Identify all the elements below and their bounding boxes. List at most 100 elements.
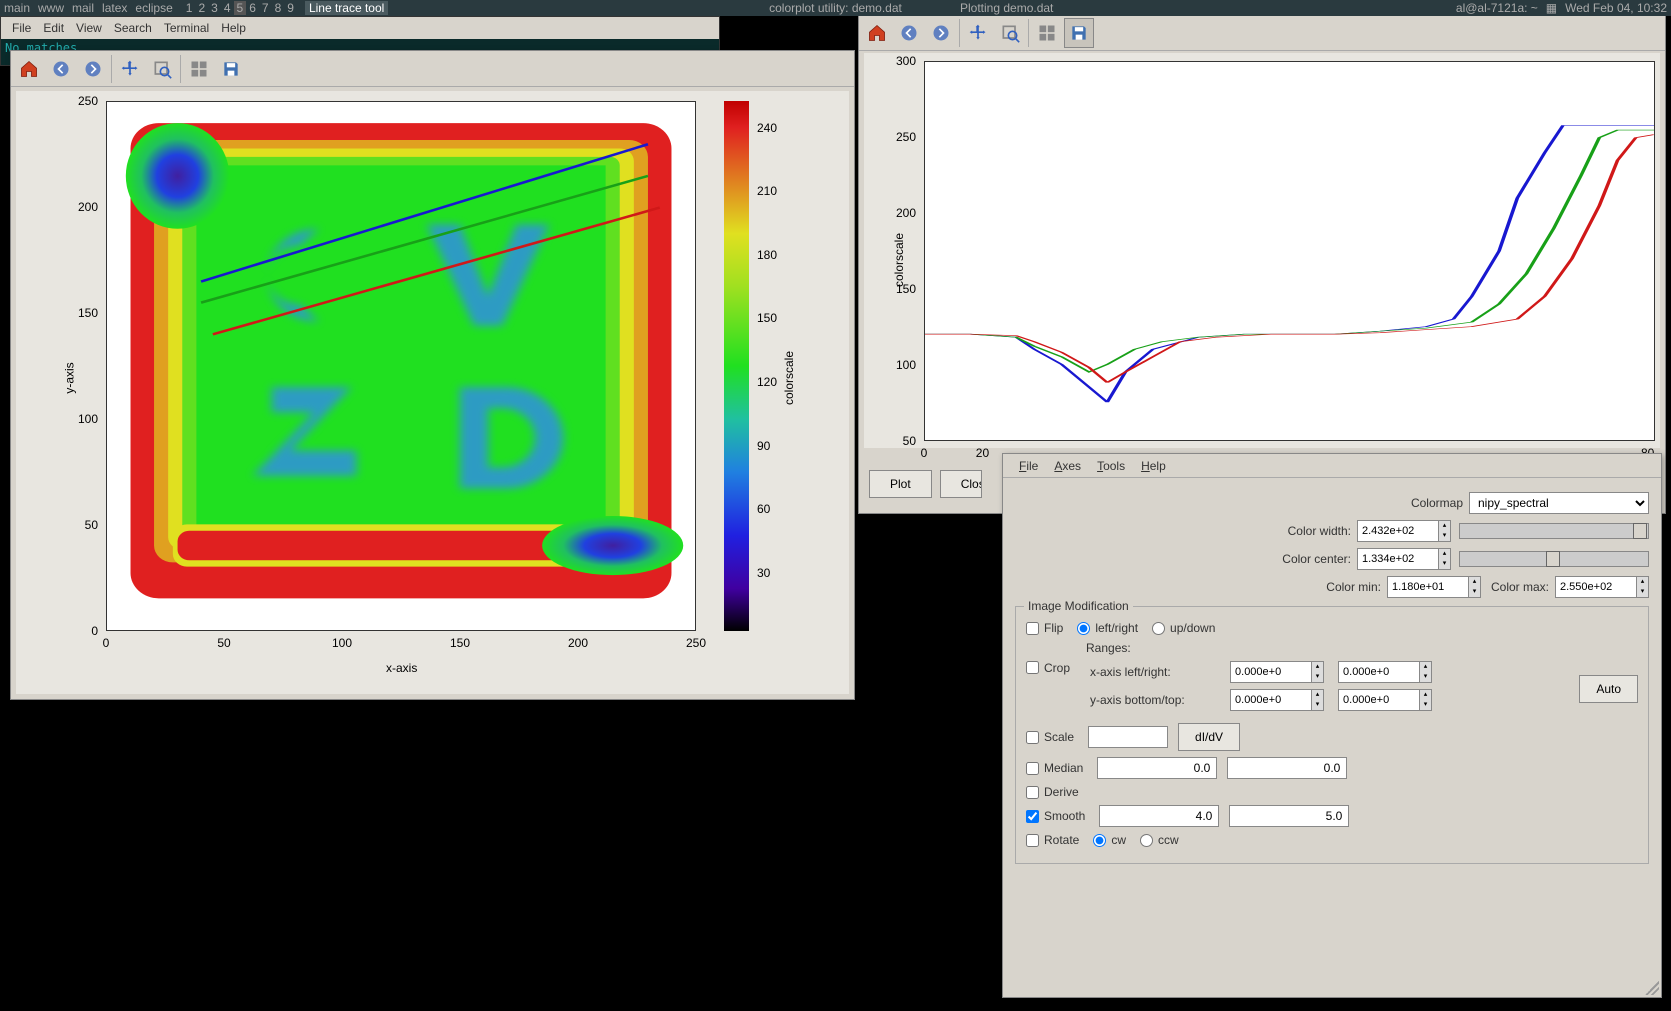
home-icon[interactable] [862, 18, 892, 48]
menu-file[interactable]: File [1011, 459, 1046, 473]
colorbar-label: colorscale [782, 351, 796, 405]
crop-y2-input[interactable]: ▴▾ [1338, 689, 1432, 711]
crop-checkbox[interactable] [1026, 661, 1039, 674]
flip-lr-radio[interactable] [1077, 622, 1090, 635]
active-window-label[interactable]: Line trace tool [305, 1, 388, 15]
menu-file[interactable]: File [6, 21, 37, 35]
configure-icon[interactable] [1032, 18, 1062, 48]
taskbar-item[interactable]: main [0, 1, 34, 15]
color-width-slider[interactable] [1459, 523, 1649, 539]
color-min-input[interactable]: ▴▾ [1387, 576, 1481, 598]
scale-input[interactable] [1088, 726, 1168, 748]
home-icon[interactable] [14, 54, 44, 84]
workspace-8[interactable]: 8 [272, 1, 285, 15]
colormap-select[interactable]: nipy_spectral [1469, 492, 1649, 514]
group-legend: Image Modification [1024, 599, 1133, 613]
settings-menubar[interactable]: File Axes Tools Help [1003, 454, 1661, 478]
menu-tools[interactable]: Tools [1089, 459, 1133, 473]
median-v2-input[interactable] [1227, 757, 1347, 779]
taskbar-item[interactable]: www [34, 1, 68, 15]
colorbar [724, 101, 749, 631]
menu-axes[interactable]: Axes [1046, 459, 1089, 473]
save-icon[interactable] [1064, 18, 1094, 48]
crop-y1-input[interactable]: ▴▾ [1230, 689, 1324, 711]
rotate-ccw-radio[interactable] [1140, 834, 1153, 847]
color-max-label: Color max: [1491, 580, 1549, 594]
heatmap-plot[interactable] [106, 101, 696, 631]
pan-icon[interactable] [115, 54, 145, 84]
rotate-cw-radio[interactable] [1093, 834, 1106, 847]
tray-icon[interactable]: ▦ [1542, 1, 1561, 15]
color-center-input[interactable]: ▴▾ [1357, 548, 1451, 570]
line-chart[interactable] [924, 61, 1655, 441]
workspace-7[interactable]: 7 [259, 1, 272, 15]
user-host: al@al-7121a: ~ [1452, 1, 1542, 15]
x-axis-ticks: 0 50 100 150 200 250 [106, 636, 696, 656]
workspace-3[interactable]: 3 [208, 1, 221, 15]
menu-search[interactable]: Search [108, 21, 158, 35]
scale-checkbox[interactable] [1026, 731, 1039, 744]
crop-x2-input[interactable]: ▴▾ [1338, 661, 1432, 683]
workspace-6[interactable]: 6 [246, 1, 259, 15]
crop-label: Crop [1044, 661, 1070, 675]
forward-icon[interactable] [78, 54, 108, 84]
desktop-taskbar: main www mail latex eclipse 1 2 3 4 5 6 … [0, 0, 1671, 16]
smooth-checkbox[interactable] [1026, 810, 1039, 823]
workspace-2[interactable]: 2 [195, 1, 208, 15]
rotate-label: Rotate [1044, 833, 1079, 847]
terminal-menubar[interactable]: File Edit View Search Terminal Help [1, 17, 719, 39]
flip-checkbox[interactable] [1026, 622, 1039, 635]
pan-icon[interactable] [963, 18, 993, 48]
xrange-label: x-axis left/right: [1090, 665, 1230, 679]
median-v1-input[interactable] [1097, 757, 1217, 779]
back-icon[interactable] [894, 18, 924, 48]
taskbar-item[interactable]: eclipse [131, 1, 176, 15]
menu-terminal[interactable]: Terminal [158, 21, 215, 35]
menu-edit[interactable]: Edit [37, 21, 70, 35]
lineplot-window: colorscale 300 250 200 150 100 50 0 20 8… [858, 14, 1666, 514]
scale-label: Scale [1044, 730, 1074, 744]
menu-view[interactable]: View [70, 21, 108, 35]
smooth-v1-input[interactable] [1099, 805, 1219, 827]
menu-help[interactable]: Help [215, 21, 252, 35]
menu-help[interactable]: Help [1133, 459, 1174, 473]
zoom-icon[interactable] [995, 18, 1025, 48]
back-icon[interactable] [46, 54, 76, 84]
window-title-2: Plotting demo.dat [960, 1, 1053, 15]
colorplot-window: y-axis 250 200 150 100 50 0 [10, 50, 855, 700]
color-center-slider[interactable] [1459, 551, 1649, 567]
smooth-label: Smooth [1044, 809, 1085, 823]
smooth-v2-input[interactable] [1229, 805, 1349, 827]
color-min-label: Color min: [1326, 580, 1381, 594]
median-label: Median [1044, 761, 1083, 775]
color-max-input[interactable]: ▴▾ [1555, 576, 1649, 598]
workspace-4[interactable]: 4 [221, 1, 234, 15]
auto-button[interactable]: Auto [1579, 675, 1638, 703]
close-button[interactable]: Close [940, 470, 982, 498]
taskbar-item[interactable]: latex [98, 1, 131, 15]
plot-button[interactable]: Plot [869, 470, 932, 498]
matplotlib-toolbar [11, 51, 854, 87]
workspace-9[interactable]: 9 [284, 1, 297, 15]
configure-icon[interactable] [184, 54, 214, 84]
workspace-5[interactable]: 5 [234, 1, 247, 15]
flip-ud-radio[interactable] [1152, 622, 1165, 635]
rotate-checkbox[interactable] [1026, 834, 1039, 847]
heatmap-canvas[interactable]: y-axis 250 200 150 100 50 0 [16, 91, 849, 694]
zoom-icon[interactable] [147, 54, 177, 84]
didv-button[interactable]: dI/dV [1178, 723, 1240, 751]
image-modification-group: Image Modification Flip left/right up/do… [1015, 606, 1649, 864]
median-checkbox[interactable] [1026, 762, 1039, 775]
y-axis-ticks: 300 250 200 150 100 50 [884, 61, 919, 441]
color-width-input[interactable]: ▴▾ [1357, 520, 1451, 542]
x-axis-label: x-axis [386, 661, 417, 675]
ranges-label: Ranges: [1086, 641, 1638, 655]
resize-grip-icon[interactable] [1645, 981, 1659, 995]
save-icon[interactable] [216, 54, 246, 84]
taskbar-item[interactable]: mail [68, 1, 98, 15]
lineplot-canvas[interactable]: colorscale 300 250 200 150 100 50 0 20 8… [864, 53, 1660, 448]
workspace-1[interactable]: 1 [183, 1, 196, 15]
derive-checkbox[interactable] [1026, 786, 1039, 799]
crop-x1-input[interactable]: ▴▾ [1230, 661, 1324, 683]
forward-icon[interactable] [926, 18, 956, 48]
